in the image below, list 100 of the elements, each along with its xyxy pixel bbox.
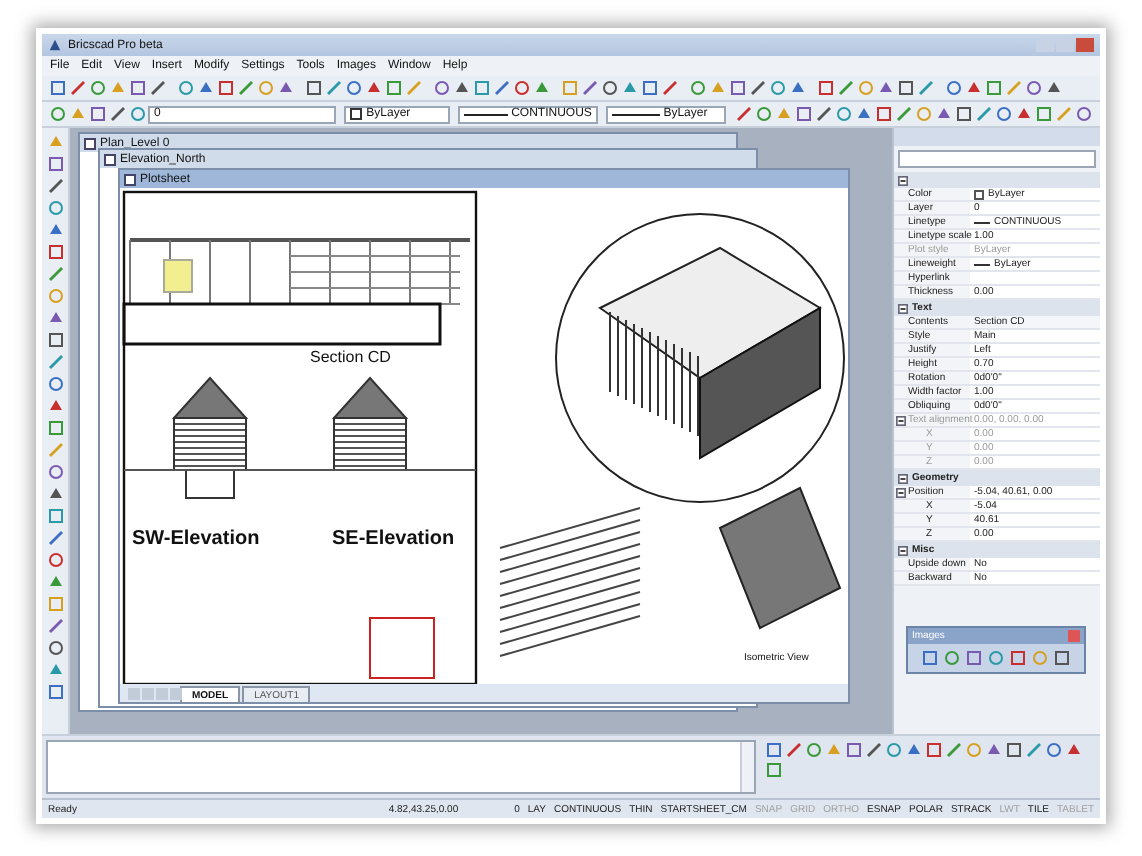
tool-icon[interactable] — [834, 104, 855, 124]
tool-icon[interactable] — [45, 198, 65, 218]
tool-icon[interactable] — [45, 550, 65, 570]
collapse-icon[interactable] — [896, 487, 906, 497]
tool-icon[interactable] — [764, 760, 784, 780]
tool-icon[interactable] — [176, 78, 196, 98]
tool-icon[interactable] — [1044, 740, 1064, 760]
tool-icon[interactable] — [924, 740, 944, 760]
tool-icon[interactable] — [1034, 104, 1055, 124]
collapse-icon[interactable] — [898, 175, 908, 185]
tool-icon[interactable] — [904, 740, 924, 760]
tool-icon[interactable] — [728, 78, 748, 98]
tool-icon[interactable] — [944, 78, 964, 98]
tool-icon[interactable] — [45, 462, 65, 482]
tool-icon[interactable] — [236, 78, 256, 98]
tool-icon[interactable] — [864, 740, 884, 760]
tool-icon[interactable] — [276, 78, 296, 98]
tool-icon[interactable] — [934, 104, 955, 124]
tool-icon[interactable] — [45, 484, 65, 504]
tool-icon[interactable] — [1004, 740, 1024, 760]
tool-icon[interactable] — [620, 78, 640, 98]
tool-icon[interactable] — [580, 78, 600, 98]
tool-icon[interactable] — [45, 220, 65, 240]
tool-icon[interactable] — [1052, 648, 1072, 668]
tool-icon[interactable] — [45, 638, 65, 658]
tool-icon[interactable] — [816, 78, 836, 98]
tool-icon[interactable] — [512, 78, 532, 98]
tool-icon[interactable] — [68, 78, 88, 98]
tool-icon[interactable] — [45, 616, 65, 636]
tool-icon[interactable] — [45, 374, 65, 394]
checkbox[interactable] — [974, 189, 984, 199]
tool-icon[interactable] — [492, 78, 512, 98]
tool-icon[interactable] — [854, 104, 875, 124]
tool-icon[interactable] — [734, 104, 755, 124]
tool-icon[interactable] — [532, 78, 552, 98]
tool-icon[interactable] — [964, 648, 984, 668]
tool-icon[interactable] — [1024, 78, 1044, 98]
tool-icon[interactable] — [754, 104, 775, 124]
tool-icon[interactable] — [45, 264, 65, 284]
tool-icon[interactable] — [874, 104, 895, 124]
tool-icon[interactable] — [1074, 104, 1095, 124]
tool-icon[interactable] — [640, 78, 660, 98]
tool-icon[interactable] — [896, 78, 916, 98]
tool-icon[interactable] — [45, 682, 65, 702]
collapse-icon[interactable] — [898, 303, 908, 313]
tool-icon[interactable] — [88, 104, 108, 124]
tool-icon[interactable] — [1008, 648, 1028, 668]
tool-icon[interactable] — [764, 740, 784, 760]
tool-icon[interactable] — [884, 740, 904, 760]
tool-icon[interactable] — [944, 740, 964, 760]
tool-icon[interactable] — [45, 418, 65, 438]
tool-icon[interactable] — [964, 78, 984, 98]
tool-icon[interactable] — [472, 78, 492, 98]
tool-icon[interactable] — [216, 78, 236, 98]
collapse-icon[interactable] — [898, 545, 908, 555]
tool-icon[interactable] — [364, 78, 384, 98]
tool-icon[interactable] — [660, 78, 680, 98]
tool-icon[interactable] — [45, 176, 65, 196]
tool-icon[interactable] — [600, 78, 620, 98]
tool-icon[interactable] — [48, 78, 68, 98]
tool-icon[interactable] — [984, 740, 1004, 760]
tool-icon[interactable] — [748, 78, 768, 98]
tool-icon[interactable] — [324, 78, 344, 98]
tool-icon[interactable] — [45, 528, 65, 548]
tool-icon[interactable] — [384, 78, 404, 98]
tool-icon[interactable] — [148, 78, 168, 98]
tool-icon[interactable] — [804, 740, 824, 760]
tool-icon[interactable] — [836, 78, 856, 98]
tool-icon[interactable] — [128, 104, 148, 124]
tool-icon[interactable] — [45, 572, 65, 592]
tool-icon[interactable] — [788, 78, 808, 98]
tool-icon[interactable] — [452, 78, 472, 98]
tool-icon[interactable] — [894, 104, 915, 124]
tool-icon[interactable] — [1024, 740, 1044, 760]
tool-icon[interactable] — [1044, 78, 1064, 98]
tool-icon[interactable] — [45, 308, 65, 328]
tool-icon[interactable] — [344, 78, 364, 98]
tool-icon[interactable] — [304, 78, 324, 98]
tool-icon[interactable] — [48, 104, 68, 124]
tool-icon[interactable] — [88, 78, 108, 98]
tool-icon[interactable] — [45, 660, 65, 680]
tool-icon[interactable] — [45, 352, 65, 372]
tool-icon[interactable] — [814, 104, 835, 124]
tool-icon[interactable] — [984, 78, 1004, 98]
tool-icon[interactable] — [1064, 740, 1084, 760]
tool-icon[interactable] — [128, 78, 148, 98]
tool-icon[interactable] — [784, 740, 804, 760]
tool-icon[interactable] — [994, 104, 1015, 124]
tool-icon[interactable] — [45, 396, 65, 416]
tool-icon[interactable] — [920, 648, 940, 668]
tool-icon[interactable] — [844, 740, 864, 760]
tool-icon[interactable] — [974, 104, 995, 124]
command-line-field[interactable] — [46, 740, 756, 794]
tool-icon[interactable] — [1014, 104, 1035, 124]
tool-icon[interactable] — [954, 104, 975, 124]
tool-icon[interactable] — [45, 506, 65, 526]
tool-icon[interactable] — [916, 78, 936, 98]
tool-icon[interactable] — [45, 242, 65, 262]
tool-icon[interactable] — [108, 104, 128, 124]
tool-icon[interactable] — [794, 104, 815, 124]
